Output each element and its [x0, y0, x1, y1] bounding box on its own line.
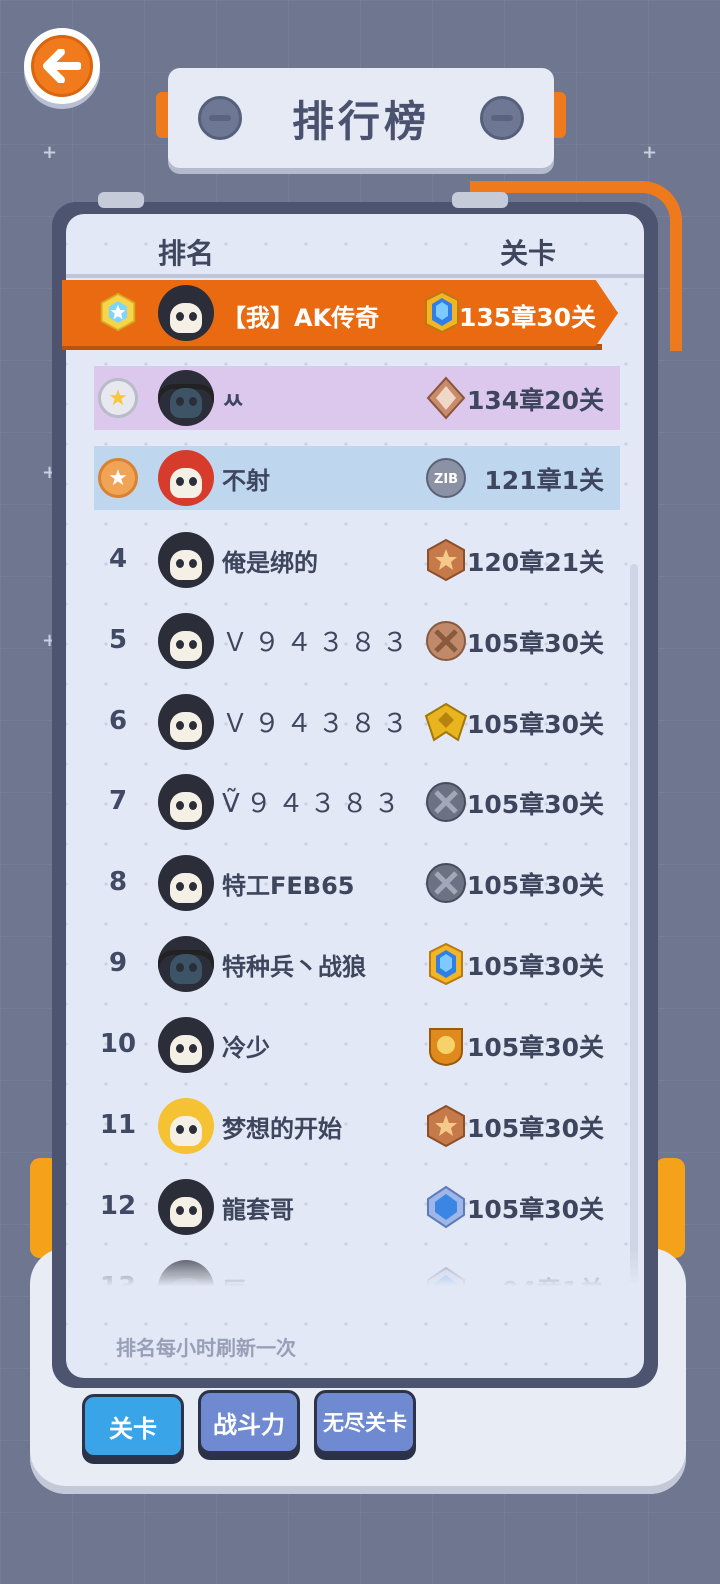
scrollbar-track[interactable] — [630, 564, 638, 1284]
arrow-left-icon — [43, 49, 81, 83]
player-level: 105章30关 — [467, 952, 604, 981]
bronze-cross-badge-icon — [426, 621, 466, 661]
player-level: 105章30关 — [467, 1195, 604, 1224]
player-name: 龍套哥 — [222, 1196, 294, 1224]
player-level: 105章30关 — [467, 710, 604, 739]
player-name: 特种兵丶战狼 — [222, 953, 366, 981]
avatar — [158, 1017, 214, 1073]
player-name: 【我】AK传奇 — [222, 304, 380, 332]
bronze-medal-icon: ★ — [98, 458, 138, 498]
rank-number: 12 — [99, 1191, 137, 1221]
avatar — [158, 285, 214, 341]
player-level: 105章30关 — [467, 1114, 604, 1143]
title-plate: 排行榜 — [168, 68, 554, 168]
avatar — [158, 1179, 214, 1235]
player-level: 105章30关 — [467, 790, 604, 819]
skull-shield-badge-icon — [429, 1028, 463, 1067]
rank-number: 6 — [108, 706, 128, 736]
player-level: 134章20关 — [467, 386, 604, 415]
tab-endless-levels[interactable]: 无尽关卡 — [314, 1390, 416, 1454]
gold-wings-badge-icon — [424, 702, 468, 742]
tab-combat-power[interactable]: 战斗力 — [198, 1390, 300, 1454]
player-level: 105章30关 — [467, 1033, 604, 1062]
bolt-icon — [198, 96, 242, 140]
frame-cap — [98, 192, 144, 208]
bronze-star-badge-icon — [427, 538, 465, 582]
player-name: Ｖ９４３８３ — [222, 628, 415, 658]
player-name: 俺是绑的 — [222, 549, 318, 577]
gem-star-icon — [100, 292, 136, 332]
rank-number: 5 — [108, 625, 128, 655]
bronze-star-badge-icon — [427, 1104, 465, 1148]
avatar — [158, 694, 214, 750]
avatar — [158, 855, 214, 911]
gray-cross-badge-icon — [426, 782, 466, 822]
rank-number: 4 — [108, 544, 128, 574]
leaderboard-header: 排名 关卡 — [66, 232, 644, 272]
my-rank-icon — [98, 292, 138, 332]
gold-medal-icon: ★ — [98, 378, 138, 418]
leaderboard-row[interactable]: 9 特种兵丶战狼 105章30关 — [94, 932, 620, 996]
player-name: 不射 — [222, 467, 270, 495]
avatar — [158, 1098, 214, 1154]
rank-number: 11 — [99, 1110, 137, 1140]
leaderboard-row[interactable]: 12 龍套哥 105章30关 — [94, 1175, 620, 1239]
blue-gem-badge-icon — [429, 942, 463, 986]
player-level: 105章30关 — [467, 629, 604, 658]
blue-diamond-badge-icon — [427, 1185, 465, 1229]
pipe-cap — [452, 192, 508, 208]
leaderboard-row[interactable]: 8 特工FEB65 105章30关 — [94, 851, 620, 915]
tab-levels[interactable]: 关卡 — [82, 1394, 184, 1458]
player-name: Ｖ９４３８３ — [222, 709, 415, 739]
page-title: 排行榜 — [291, 96, 430, 146]
avatar — [158, 532, 214, 588]
player-name: 特工FEB65 — [222, 872, 355, 900]
rank-number: 10 — [99, 1029, 137, 1059]
zib-badge-icon: ZIB — [426, 458, 466, 498]
list-fade — [66, 1248, 644, 1296]
bronze-diamond-badge-icon — [426, 376, 466, 420]
leaderboard-row[interactable]: 11 梦想的开始 105章30关 — [94, 1094, 620, 1158]
player-level: 120章21关 — [467, 548, 604, 577]
level-column-header: 关卡 — [500, 237, 557, 270]
header-divider — [66, 274, 644, 278]
leaderboard-row[interactable]: ★ 不射 ZIB 121章1关 — [94, 446, 620, 510]
leaderboard-row[interactable]: 10 冷少 105章30关 — [94, 1013, 620, 1077]
svg-text:ZIB: ZIB — [434, 472, 458, 487]
plus-decoration: + — [42, 142, 58, 163]
avatar — [158, 370, 214, 426]
back-button[interactable] — [24, 28, 100, 104]
player-level: 121章1关 — [484, 466, 604, 495]
blue-gem-badge-icon — [425, 290, 459, 334]
rank-number: 9 — [108, 948, 128, 978]
plus-decoration: + — [642, 142, 658, 163]
player-name: 冷少 — [222, 1034, 270, 1062]
player-name: Ṽ９４３８３ — [222, 789, 406, 819]
leaderboard-row[interactable]: ★ ㅆ 134章20关 — [94, 366, 620, 430]
my-rank-row[interactable]: 【我】AK传奇 135章30关 — [62, 280, 618, 346]
refresh-note: 排名每小时刷新一次 — [116, 1336, 296, 1360]
rank-number: 8 — [108, 867, 128, 897]
player-name: 梦想的开始 — [222, 1115, 342, 1143]
leaderboard-row[interactable]: 7 Ṽ９４３８３ 105章30关 — [94, 770, 620, 834]
player-level: 105章30关 — [467, 871, 604, 900]
avatar — [158, 774, 214, 830]
avatar — [158, 613, 214, 669]
gray-cross-badge-icon — [426, 863, 466, 903]
avatar — [158, 936, 214, 992]
player-level: 135章30关 — [459, 303, 596, 332]
rank-column-header: 排名 — [158, 237, 215, 270]
leaderboard-row[interactable]: 5 Ｖ９４３８３ 105章30关 — [94, 609, 620, 673]
avatar — [158, 450, 214, 506]
player-name: ㅆ — [222, 387, 245, 415]
bolt-icon — [480, 96, 524, 140]
rank-number: 7 — [108, 786, 128, 816]
stand-decoration — [655, 1158, 685, 1258]
leaderboard-row[interactable]: 4 俺是绑的 120章21关 — [94, 528, 620, 592]
leaderboard-row[interactable]: 6 Ｖ９４３８３ 105章30关 — [94, 690, 620, 754]
